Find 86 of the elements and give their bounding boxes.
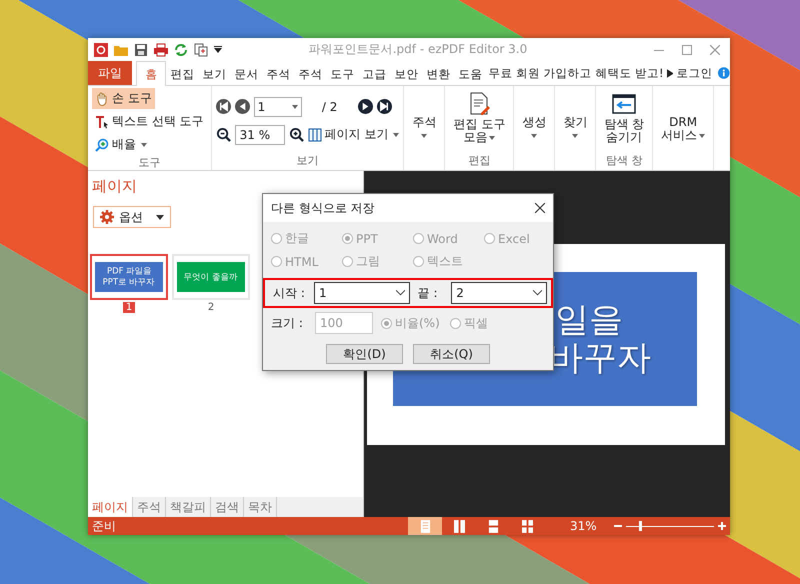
start-page-select[interactable]: 1 xyxy=(314,282,410,304)
first-page-icon[interactable] xyxy=(216,99,231,114)
columns-icon xyxy=(308,128,322,142)
save-icon[interactable] xyxy=(134,42,148,56)
options-button[interactable]: 옵션 xyxy=(93,206,171,228)
dialog-button[interactable]: 확인(D) xyxy=(326,344,403,364)
zoom-out-icon[interactable] xyxy=(216,127,231,142)
ribbon-button[interactable]: 찾기 xyxy=(559,88,592,138)
slide-text: PPT로 바꾸자 xyxy=(102,278,156,288)
continuous-page-icon xyxy=(488,520,498,532)
page-view-button[interactable]: 페이지 보기 xyxy=(308,124,400,145)
zoom-in-icon[interactable] xyxy=(288,127,304,142)
page-number-field[interactable]: 1 xyxy=(254,96,302,116)
caret-icon xyxy=(393,132,400,136)
panel-title: 페이지 xyxy=(91,176,138,196)
last-page-icon[interactable] xyxy=(376,99,392,114)
export-icon[interactable] xyxy=(194,42,208,56)
page-number: 2 xyxy=(206,302,216,313)
next-page-icon[interactable] xyxy=(358,99,373,114)
slider-thumb[interactable] xyxy=(639,521,642,531)
app-logo-icon[interactable] xyxy=(94,42,108,56)
ribbon-tab[interactable]: 주석 xyxy=(262,61,294,86)
promo-link[interactable]: 무료 회원 가입하고 혜택도 받고! xyxy=(488,61,664,85)
ribbon-button[interactable]: DRM 서비스 xyxy=(657,88,710,142)
ribbon-tab[interactable]: 도구 xyxy=(326,61,358,86)
page-number: 1 xyxy=(122,302,136,313)
caret-icon[interactable] xyxy=(214,46,222,54)
ribbon-tab[interactable]: 주석 xyxy=(294,61,326,86)
ribbon-tab[interactable]: 편집 xyxy=(166,61,198,86)
window-title: 파워포인트문서.pdf - ezPDF Editor 3.0 xyxy=(308,41,528,58)
radio-circle[interactable] xyxy=(450,318,461,328)
single-page-icon xyxy=(420,520,430,532)
ribbon-tab[interactable]: 홈 xyxy=(136,61,166,86)
tool-button[interactable]: 배율 xyxy=(92,134,150,155)
zoom-field[interactable]: 31 % xyxy=(234,124,285,144)
zoom-icon xyxy=(95,138,109,152)
end-label: 끝 : xyxy=(416,284,439,302)
group-label: 탐색 창 xyxy=(604,153,644,168)
tool-button[interactable]: 텍스트 선택 도구 xyxy=(92,111,207,132)
maximize-icon[interactable] xyxy=(682,44,692,54)
ribbon-tab[interactable]: 변환 xyxy=(422,61,454,86)
ribbon-tab[interactable]: 문서 xyxy=(230,61,262,86)
info-icon[interactable] xyxy=(718,67,730,79)
hand-icon xyxy=(95,92,109,106)
panel-tab[interactable]: 페이지 xyxy=(88,497,133,517)
previous-page-icon[interactable] xyxy=(234,99,250,114)
ribbon-tab[interactable]: 보기 xyxy=(198,61,230,86)
slide-title: 일을 xyxy=(554,301,624,339)
ribbon-button[interactable]: 탐색 창 숨기기 xyxy=(600,88,648,144)
ribbon-tab[interactable]: 고급 xyxy=(358,61,390,86)
ribbon-button[interactable]: 주석 xyxy=(408,88,440,138)
ribbon-button[interactable]: 편집 도구 모음 xyxy=(449,88,510,144)
close-icon[interactable] xyxy=(535,203,545,213)
zoom-percent: 31% xyxy=(570,519,598,533)
page-thumbnail[interactable]: PDF 파일을 PPT로 바꾸자 xyxy=(90,254,168,300)
play-icon[interactable] xyxy=(666,68,674,78)
page-total: / 2 xyxy=(320,100,338,114)
slide-text: PDF 파일을 xyxy=(106,266,152,276)
slide-text: 무엇이 좋을까 xyxy=(184,272,238,282)
size-label: 크기 : xyxy=(271,314,304,332)
tool-button[interactable]: 손 도구 xyxy=(92,88,155,109)
two-page-icon xyxy=(454,520,464,532)
dialog-title: 다른 형식으로 저장 xyxy=(271,200,375,216)
text-cursor-icon xyxy=(95,114,109,128)
chevron-down-icon xyxy=(533,290,542,296)
gear-icon xyxy=(100,210,114,224)
chevron-down-icon xyxy=(396,290,405,296)
status-text: 준비 xyxy=(92,518,116,534)
login-link[interactable]: 로그인 xyxy=(676,61,712,85)
group-label: 도구 xyxy=(137,155,162,170)
minus-icon[interactable] xyxy=(614,522,622,530)
file-menu-button[interactable]: 파일 xyxy=(88,61,132,85)
print-icon[interactable] xyxy=(154,42,168,56)
dialog-button[interactable]: 취소(Q) xyxy=(413,344,490,364)
caret-icon xyxy=(156,214,164,220)
end-page-select[interactable]: 2 xyxy=(451,282,548,304)
radio-circle[interactable] xyxy=(381,318,392,328)
refresh-icon[interactable] xyxy=(174,42,188,56)
start-label: 시작 : xyxy=(273,284,306,302)
group-label: 보기 xyxy=(296,153,320,168)
ribbon-tab[interactable]: 보안 xyxy=(390,61,422,86)
grid-icon xyxy=(522,520,532,532)
ribbon-tab[interactable]: 도움 xyxy=(454,61,486,86)
ribbon-button[interactable]: 생성 xyxy=(518,88,550,138)
group-label: 편집 xyxy=(467,153,492,168)
plus-icon[interactable] xyxy=(718,522,726,530)
